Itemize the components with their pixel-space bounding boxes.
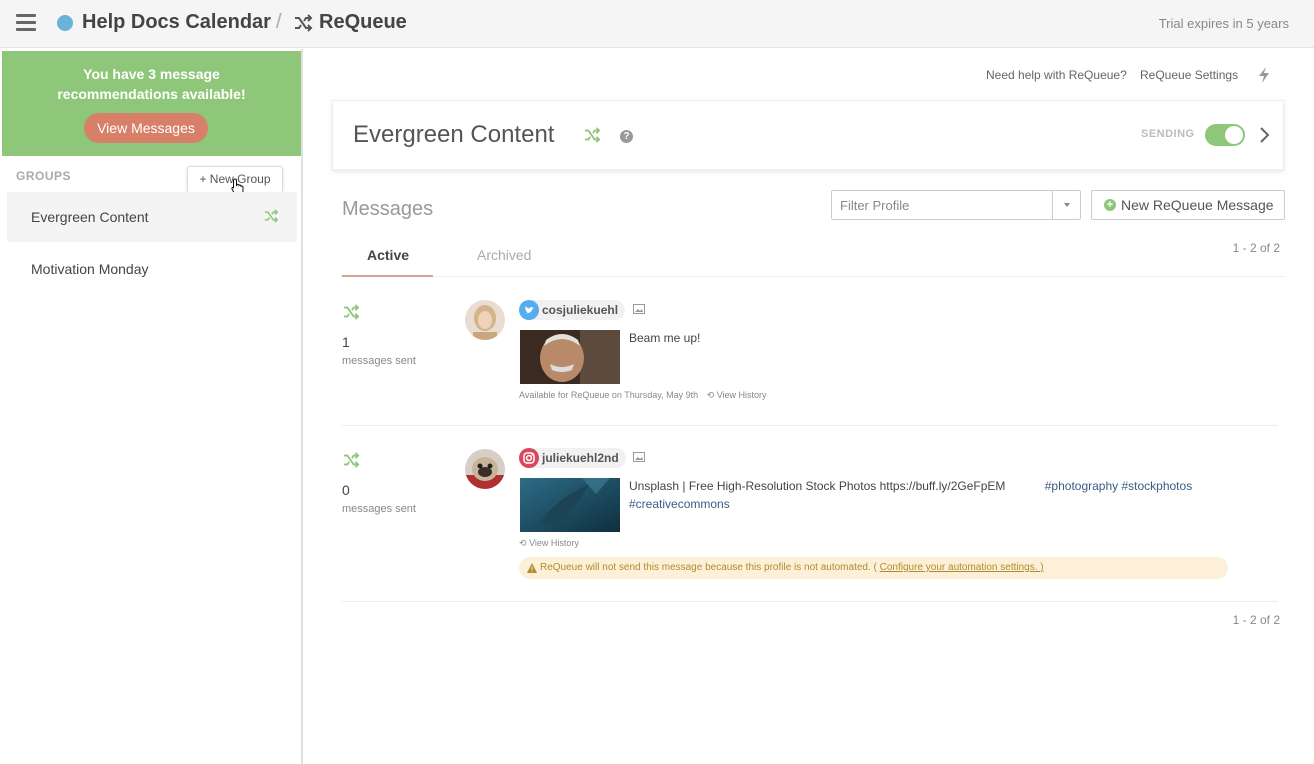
tab-archived[interactable]: Archived [477,247,531,263]
shuffle-icon [343,452,360,468]
groups-heading: GROUPS [16,169,72,183]
filter-profile-select[interactable] [831,190,1081,220]
toggle-knob [1225,126,1243,144]
history-icon: ⟲ [519,538,527,548]
warning-text: ReQueue will not send this message becau… [540,562,877,573]
messages-sent-label: messages sent [342,355,416,367]
filter-profile-input[interactable] [832,191,1054,219]
configure-automation-link[interactable]: Configure your automation settings. ) [880,562,1044,573]
twitter-icon [519,300,539,320]
settings-link[interactable]: ReQueue Settings [1140,68,1238,82]
tabs-divider [342,276,1284,277]
avatar [465,449,505,489]
messages-title: Messages [342,198,434,220]
messages-sent-count: 0 [342,482,350,498]
recommendation-text: You have 3 message recommendations avail… [57,66,246,102]
message-image[interactable] [520,330,620,384]
lightning-bolt-icon[interactable] [1257,67,1271,83]
messages-sent-count: 1 [342,334,350,350]
message-text: Unsplash | Free High-Resolution Stock Ph… [629,477,1229,513]
trial-status: Trial expires in 5 years [1158,16,1289,31]
top-bar: Help Docs Calendar / ReQueue Trial expir… [0,0,1314,48]
group-label: Motivation Monday [31,261,149,277]
automation-warning: ReQueue will not send this message becau… [519,557,1228,579]
group-title: Evergreen Content [353,121,555,148]
help-link[interactable]: Need help with ReQueue? [986,68,1127,82]
sidebar-item-motivation-monday[interactable]: Motivation Monday [7,244,297,294]
hashtags: #photography #stockphotos [1044,479,1193,493]
new-requeue-message-button[interactable]: + New ReQueue Message [1091,190,1285,220]
shuffle-icon [584,127,601,143]
instagram-icon [519,448,539,468]
recommendation-banner: You have 3 message recommendations avail… [2,51,301,156]
message-body: Unsplash | Free High-Resolution Stock Ph… [629,479,1006,493]
message-meta: Available for ReQueue on Thursday, May 9… [519,390,767,401]
tab-active[interactable]: Active [367,247,409,263]
shuffle-icon [343,304,360,320]
pagination-top: 1 - 2 of 2 [1232,241,1280,255]
warning-icon [527,563,537,573]
pagination-bottom: 1 - 2 of 2 [1232,613,1280,627]
sidebar: You have 3 message recommendations avail… [0,49,303,764]
messages-sent-label: messages sent [342,503,416,515]
row-divider [342,601,1278,602]
section-title: ReQueue [319,11,407,33]
row-divider [342,425,1278,426]
message-text: Beam me up! [629,331,701,345]
sending-label: SENDING [1141,128,1195,140]
sidebar-item-evergreen-content[interactable]: Evergreen Content [7,192,297,242]
new-message-label: New ReQueue Message [1121,197,1274,213]
group-header-card: Evergreen Content ? SENDING [332,100,1284,170]
message-image[interactable] [520,478,620,532]
shuffle-icon [295,14,313,32]
hashtags: #creativecommons [629,497,730,511]
active-tab-indicator [342,275,433,277]
availability-text: Available for ReQueue on Thursday, May 9… [519,390,699,400]
sending-toggle[interactable] [1205,124,1245,146]
chevron-right-icon[interactable] [1259,126,1271,144]
help-icon[interactable]: ? [620,130,633,143]
avatar [465,300,505,340]
breadcrumb-separator: / [276,11,282,33]
message-meta: ⟲ View History [519,538,579,549]
chevron-down-icon[interactable] [1052,191,1080,219]
app-title[interactable]: Help Docs Calendar [82,11,271,34]
view-history-link[interactable]: View History [529,538,579,548]
view-messages-button[interactable]: View Messages [84,113,208,143]
view-history-link[interactable]: View History [717,390,767,400]
history-icon: ⟲ [706,390,715,400]
plus-icon: + [1104,199,1116,211]
hamburger-menu-icon[interactable] [16,14,36,32]
group-label: Evergreen Content [31,209,149,225]
app-color-dot [57,15,73,31]
image-icon [633,304,645,314]
shuffle-icon [264,209,279,223]
image-icon [633,452,645,462]
